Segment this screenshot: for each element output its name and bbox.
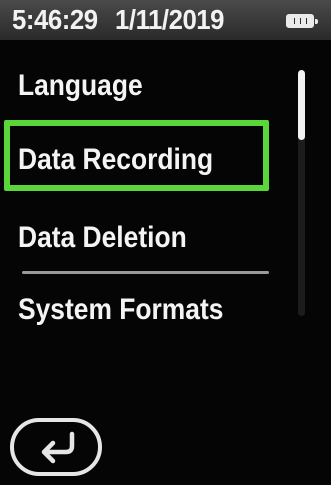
menu-item-system-formats[interactable]: System Formats bbox=[18, 292, 223, 328]
scrollbar-thumb[interactable] bbox=[298, 70, 305, 140]
status-date: 1/11/2019 bbox=[115, 4, 225, 35]
menu-item-data-recording[interactable]: Data Recording bbox=[18, 142, 213, 178]
menu-divider bbox=[22, 271, 269, 274]
status-bar: 5:46:29 1/11/2019 bbox=[0, 0, 331, 40]
return-arrow-icon bbox=[41, 431, 75, 464]
back-button[interactable] bbox=[10, 418, 102, 476]
status-time: 5:46:29 bbox=[12, 4, 98, 35]
battery-icon bbox=[286, 14, 318, 28]
menu-item-data-deletion[interactable]: Data Deletion bbox=[18, 220, 187, 256]
menu-item-language[interactable]: Language bbox=[18, 68, 143, 104]
device-screen: 5:46:29 1/11/2019 Language Data Recordin… bbox=[0, 0, 331, 485]
scrollbar-track[interactable] bbox=[298, 70, 305, 316]
